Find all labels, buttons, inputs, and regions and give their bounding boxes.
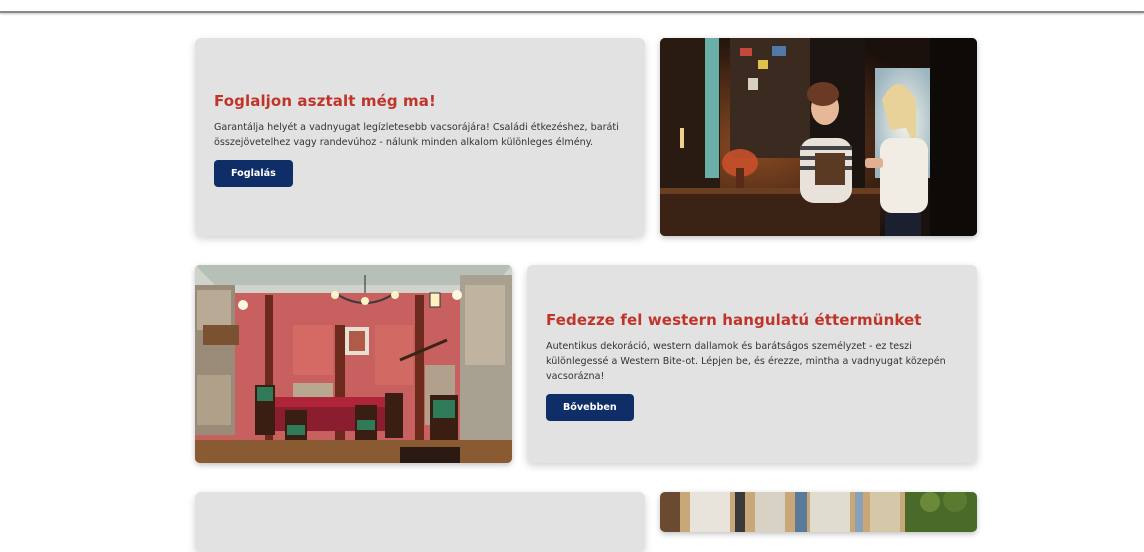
restaurant-text: Autentikus dekoráció, western dallamok é… <box>546 341 946 382</box>
restaurant-card: Fedezze fel western hangulatú éttermünke… <box>527 265 977 463</box>
third-card <box>195 492 645 552</box>
reservation-button[interactable]: Foglalás <box>214 160 293 187</box>
restaurant-title: Fedezze fel western hangulatú éttermünke… <box>546 311 922 329</box>
restaurant-interior-photo <box>195 265 512 463</box>
more-button[interactable]: Bővebben <box>546 394 634 421</box>
waitress-photo <box>660 38 977 236</box>
street-photo <box>660 492 977 532</box>
reservation-card: Foglaljon asztalt még ma! Garantálja hel… <box>195 38 645 236</box>
reservation-title: Foglaljon asztalt még ma! <box>214 92 436 110</box>
reservation-text: Garantálja helyét a vadnyugat legízletes… <box>214 122 619 148</box>
top-bar <box>0 0 1144 13</box>
